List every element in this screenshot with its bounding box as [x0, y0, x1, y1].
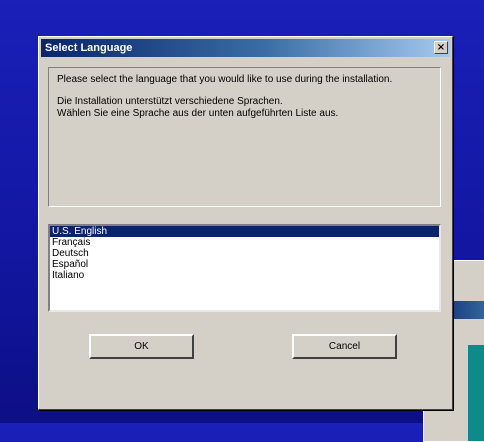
language-item-us-english[interactable]: U.S. English: [50, 226, 439, 237]
language-listbox[interactable]: U.S. English Français Deutsch Español It…: [48, 224, 441, 312]
message-german-line1: Die Installation unterstützt verschieden…: [57, 96, 283, 107]
language-item-espanol[interactable]: Español: [50, 259, 439, 270]
dialog-title: Select Language: [45, 42, 133, 54]
language-item-francais[interactable]: Français: [50, 237, 439, 248]
language-item-italiano[interactable]: Italiano: [50, 270, 439, 281]
message-panel: Please select the language that you woul…: [48, 67, 441, 207]
ok-button[interactable]: OK: [89, 334, 194, 359]
close-icon[interactable]: ×: [434, 41, 448, 54]
select-language-dialog: Select Language × Please select the lang…: [38, 36, 453, 410]
background-dialog-graphic: [468, 345, 484, 441]
message-english: Please select the language that you woul…: [57, 74, 393, 85]
message-german-line2: Wählen Sie eine Sprache aus der unten au…: [57, 108, 339, 119]
dialog-titlebar[interactable]: Select Language ×: [41, 39, 450, 57]
cancel-button[interactable]: Cancel: [292, 334, 397, 359]
language-item-deutsch[interactable]: Deutsch: [50, 248, 439, 259]
